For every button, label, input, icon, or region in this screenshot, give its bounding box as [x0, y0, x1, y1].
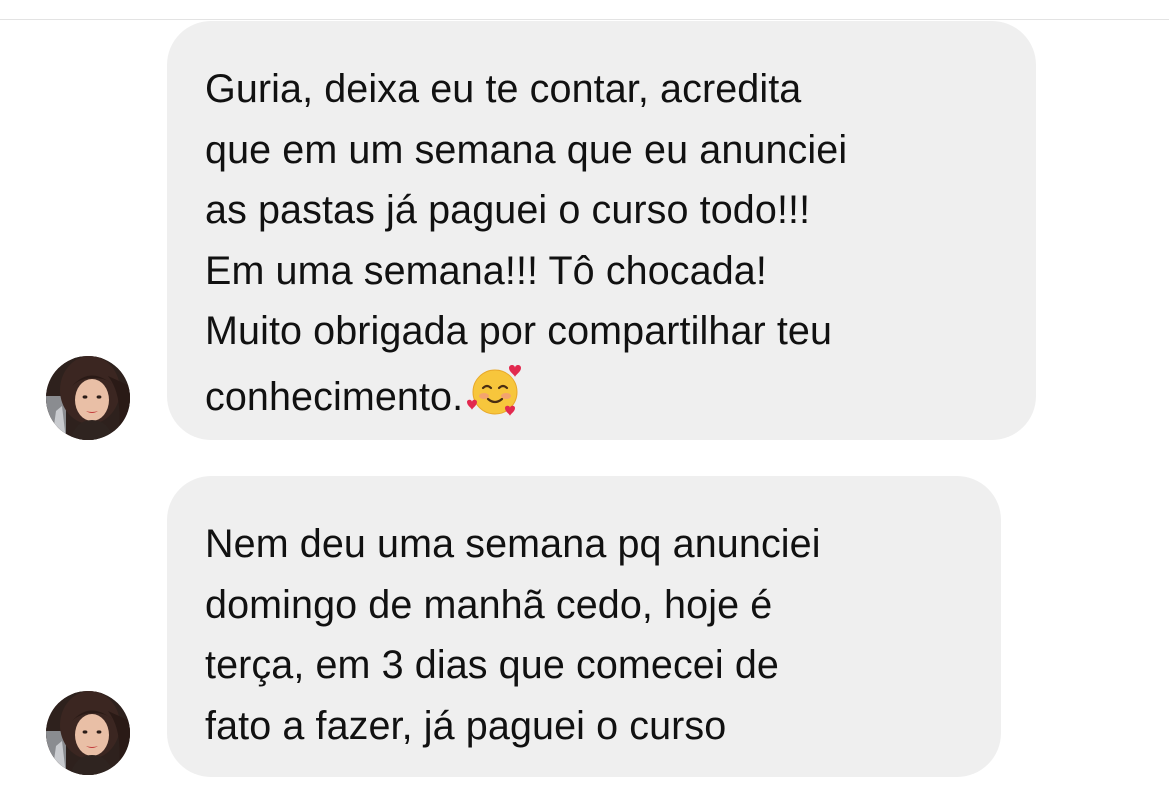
- avatar[interactable]: [46, 356, 130, 440]
- message-line: Muito obrigada por compartilhar teu: [205, 309, 833, 353]
- message-line-text: conhecimento.: [205, 374, 464, 419]
- message-line: Em uma semana!!! Tô chocada!: [205, 248, 767, 293]
- message-line: Nem deu uma semana pq anunciei: [205, 522, 821, 566]
- message-line: terça, em 3 dias que comecei de: [205, 643, 779, 687]
- message-line: Guria, deixa eu te contar, acredita: [205, 67, 802, 111]
- avatar-photo-icon: [46, 691, 130, 775]
- message-line: domingo de manhã cedo, hoje é: [205, 582, 773, 627]
- avatar[interactable]: [46, 691, 130, 775]
- smiling-face-with-hearts-icon: [465, 362, 525, 436]
- message-line: que em um semana que eu anunciei: [205, 127, 848, 172]
- header-divider: [0, 19, 1169, 20]
- message-line: fato a fazer, já paguei o curso: [205, 703, 727, 748]
- message-line: as pastas já paguei o curso todo!!!: [205, 188, 811, 232]
- avatar-photo-icon: [46, 356, 130, 440]
- message-line-last: conhecimento.: [205, 362, 996, 436]
- chat-screen: Guria, deixa eu te contar, acredita que …: [0, 0, 1169, 801]
- message-bubble[interactable]: Guria, deixa eu te contar, acredita que …: [167, 21, 1036, 440]
- message-bubble[interactable]: Nem deu uma semana pq anunciei domingo d…: [167, 476, 1001, 777]
